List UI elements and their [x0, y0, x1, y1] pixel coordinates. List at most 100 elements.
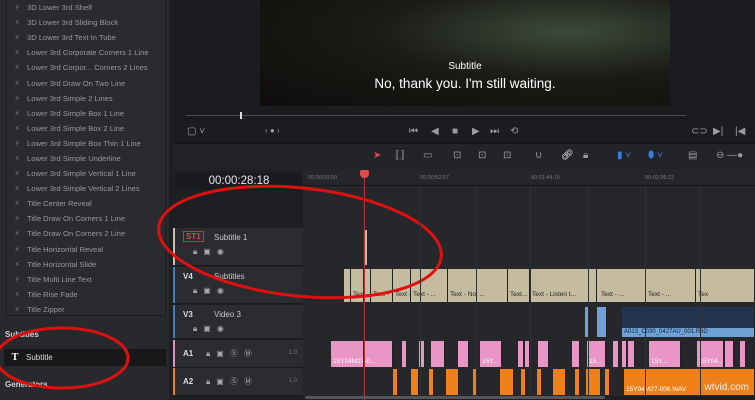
subtitle-text-clip[interactable]: Text - ...: [646, 269, 696, 302]
scrubber-bar[interactable]: [186, 115, 686, 116]
effect-item[interactable]: ⚡︎ Title Horizontal Reveal: [7, 242, 165, 257]
link-icon[interactable]: 🔗︎: [561, 150, 574, 161]
track-header-a1[interactable]: A1 🔒︎▣ⓈⓂ 1.0: [173, 340, 303, 368]
effect-item[interactable]: ⚡︎ Lower 3rd Corpor... Corners 2 Lines: [7, 60, 165, 75]
playhead-handle[interactable]: [360, 170, 369, 178]
audio-clip[interactable]: [431, 341, 445, 367]
effect-item[interactable]: ⚡︎ 3D Lower 3rd Text In Tube: [7, 30, 165, 45]
subtitle-text-clip[interactable]: Text - No, ...: [448, 269, 508, 302]
lock-icon[interactable]: 🔒︎: [583, 150, 588, 161]
flag-icon[interactable]: ▮ ˅: [617, 150, 631, 161]
audio-clip[interactable]: [575, 369, 580, 395]
effect-item[interactable]: ⚡︎ Lower 3rd Simple Box 1 Line: [7, 106, 165, 121]
effect-item[interactable]: ⚡︎ Lower 3rd Simple Box 2 Line: [7, 121, 165, 136]
horizontal-scrollbar[interactable]: [305, 396, 605, 399]
audio-clip[interactable]: [411, 369, 419, 395]
audio-clip[interactable]: [553, 369, 566, 395]
audio-clip[interactable]: [518, 341, 524, 367]
effect-item[interactable]: ⚡︎ Lower 3rd Simple Underline: [7, 151, 165, 166]
audio-clip[interactable]: [429, 369, 434, 395]
effect-item[interactable]: ⚡︎ 3D Lower 3rd Shelf: [7, 0, 165, 15]
audio-clip[interactable]: [458, 341, 469, 367]
audio-clip[interactable]: [572, 341, 580, 367]
video-clip[interactable]: A013_C030_0427AU_001.R3D: [622, 307, 755, 337]
next-edit-icon[interactable]: ▶|: [713, 126, 723, 137]
video-clip[interactable]: [597, 307, 607, 337]
subtitle-text-clip[interactable]: Text - Listen t...: [530, 269, 597, 302]
audio-clip[interactable]: [729, 341, 734, 367]
subtitle-text-clip[interactable]: Text -: [351, 269, 371, 302]
skip-forward-icon[interactable]: ⏭: [490, 126, 499, 137]
snapping-icon[interactable]: ∪: [535, 150, 542, 161]
loop-icon[interactable]: ⟲: [510, 126, 518, 137]
track-header-st1[interactable]: ST1 Subtitle 1 🔒︎▣◉: [173, 228, 303, 266]
audio-clip[interactable]: [628, 341, 635, 367]
audio-clip[interactable]: [446, 369, 459, 395]
audio-clip[interactable]: [605, 369, 610, 395]
stop-icon[interactable]: ■: [452, 126, 458, 137]
subtitle-text-clip[interactable]: [344, 269, 351, 302]
audio-clip[interactable]: 15Y04M27-0...: [331, 341, 393, 367]
step-back-icon[interactable]: ◀: [431, 126, 439, 137]
subtitle-text-clip[interactable]: Text - ...: [411, 269, 448, 302]
prev-edit-icon[interactable]: |◀: [735, 126, 745, 137]
audio-clip[interactable]: [500, 369, 514, 395]
subtitle-text-clip[interactable]: Text - ...: [599, 269, 646, 302]
jog-icon[interactable]: ‹ ● ›: [265, 126, 280, 135]
effect-item[interactable]: ⚡︎ Lower 3rd Simple Vertical 2 Lines: [7, 181, 165, 196]
play-icon[interactable]: ▶: [472, 126, 480, 137]
subtitle-item[interactable]: T Subtitle: [4, 349, 166, 366]
subtitle-text-clip[interactable]: Text -: [393, 269, 411, 302]
selection-tool-icon[interactable]: ➤: [373, 150, 381, 161]
audio-clip[interactable]: 15...: [587, 341, 606, 367]
audio-clip[interactable]: [393, 369, 398, 395]
scrubber-handle[interactable]: [240, 112, 242, 119]
effect-item[interactable]: ⚡︎ Lower 3rd Simple Vertical 1 Line: [7, 166, 165, 181]
skip-back-icon[interactable]: ⏮: [409, 126, 418, 137]
subtitle-text-clip[interactable]: Tex: [696, 269, 755, 302]
zoom-preset-icon[interactable]: ▤: [688, 150, 697, 161]
effect-item[interactable]: ⚡︎ Lower 3rd Draw On Two Line: [7, 75, 165, 90]
replace-clip-icon[interactable]: ⊡: [503, 150, 511, 161]
effect-item[interactable]: ⚡︎ Title Center Reveal: [7, 196, 165, 211]
effect-item[interactable]: ⚡︎ Title Draw On Corners 2 Line: [7, 226, 165, 241]
effect-item[interactable]: ⚡︎ Title Multi Line Text: [7, 272, 165, 287]
effect-item[interactable]: ⚡︎ Lower 3rd Simple 2 Lines: [7, 91, 165, 106]
effect-item[interactable]: ⚡︎ Lower 3rd Corporate Corners 1 Line: [7, 45, 165, 60]
trim-tool-icon[interactable]: ⟦⟧: [395, 150, 405, 161]
audio-clip[interactable]: [521, 369, 526, 395]
effect-item[interactable]: ⚡︎ Title Draw On Corners 1 Line: [7, 211, 165, 226]
match-frame-icon[interactable]: ⊂⊃: [691, 126, 708, 137]
track-controls[interactable]: 🔒︎▣◉: [193, 247, 230, 257]
effect-item[interactable]: ⚡︎ Title Zipper: [7, 302, 165, 317]
subtitle-text-clip[interactable]: Text -: [371, 269, 393, 302]
marker-icon[interactable]: ⬮ ˅: [648, 150, 663, 161]
audio-clip[interactable]: [402, 341, 407, 367]
audio-clip[interactable]: 15Y...: [649, 341, 681, 367]
audio-clip[interactable]: [622, 341, 627, 367]
insert-clip-icon[interactable]: ⊡: [453, 150, 461, 161]
subtitle-text-clip[interactable]: Text...: [508, 269, 530, 302]
audio-clip[interactable]: [537, 369, 542, 395]
audio-clip[interactable]: [538, 341, 549, 367]
track-header-v3[interactable]: V3 Video 3 🔒︎▣◉: [173, 305, 303, 339]
zoom-out-icon[interactable]: ⊖ —●: [716, 150, 743, 161]
track-header-a2[interactable]: A2 🔒︎▣ⓈⓂ 1.0: [173, 368, 303, 396]
audio-clip[interactable]: [613, 341, 619, 367]
effect-item[interactable]: ⚡︎ Title Rise Fade: [7, 287, 165, 302]
track-controls[interactable]: 🔒︎▣◉: [193, 324, 230, 334]
effect-item[interactable]: ⚡︎ 3D Lower 3rd Sliding Block: [7, 15, 165, 30]
track-controls[interactable]: 🔒︎▣◉: [193, 286, 230, 296]
audio-clip[interactable]: 15Y04...: [697, 341, 724, 367]
crop-icon[interactable]: ▢ ˅: [187, 126, 205, 137]
track-controls[interactable]: 🔒︎▣ⓈⓂ: [206, 376, 258, 387]
timeline-ruler[interactable]: 00:00:00:00 00:00:52:07 00:01:44:15 00:0…: [303, 170, 755, 186]
track-controls[interactable]: 🔒︎▣ⓈⓂ: [206, 348, 258, 359]
overwrite-clip-icon[interactable]: ⊡: [478, 150, 486, 161]
effect-item[interactable]: ⚡︎ Title Horizontal Slide: [7, 257, 165, 272]
blade-tool-icon[interactable]: ▭: [423, 150, 432, 161]
playhead[interactable]: [364, 172, 365, 400]
audio-clip[interactable]: [740, 341, 746, 367]
effect-item[interactable]: ⚡︎ Lower 3rd Simple Box Thin 1 Line: [7, 136, 165, 151]
track-header-v4[interactable]: V4 Subtitles 🔒︎▣◉: [173, 267, 303, 304]
